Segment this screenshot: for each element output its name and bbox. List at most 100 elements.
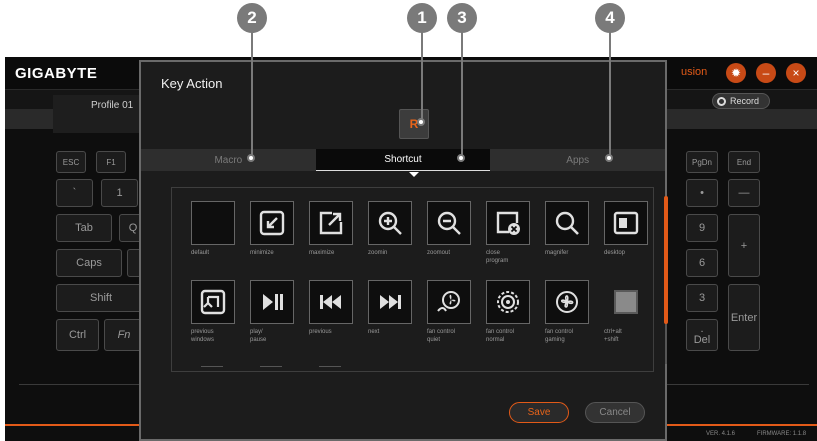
close-program-icon — [486, 201, 530, 245]
key-tab[interactable]: Tab — [56, 214, 112, 242]
maximize-icon — [309, 201, 353, 245]
key-numpad-plus[interactable]: + — [728, 214, 760, 277]
callout-2-badge: 2 — [237, 3, 267, 33]
shortcut-label: magnifer — [545, 250, 569, 256]
callout-2-leader — [251, 30, 253, 157]
active-tab-indicator — [409, 172, 419, 177]
shortcut-next[interactable]: next — [368, 280, 428, 336]
previous-track-icon — [309, 280, 353, 324]
key-fn[interactable]: Fn — [104, 319, 144, 351]
shortcut-ctrl-alt-shift[interactable]: ctrl+alt +shift — [604, 280, 664, 344]
key-numpad-minus[interactable]: — — [728, 179, 760, 207]
key-numpad-9[interactable]: 9 — [686, 214, 718, 242]
shortcut-label: ctrl+alt +shift — [604, 329, 622, 343]
screenshot-stage: GIGABYTE usion ✹ – × Profile 01 Record E… — [0, 0, 817, 441]
fan-normal-icon — [486, 280, 530, 324]
key-action-dialog: Key Action R Macro Shortcut Apps default… — [139, 60, 668, 441]
key-1[interactable]: 1 — [101, 179, 138, 207]
key-del-label: Del — [693, 334, 711, 346]
key-shift[interactable]: Shift — [56, 284, 146, 312]
fusion-label: usion — [681, 66, 708, 78]
profile-label: Profile 01 — [91, 100, 134, 111]
shortcut-desktop[interactable]: desktop — [604, 201, 664, 257]
shortcut-default[interactable]: default — [191, 201, 251, 257]
shortcut-zoomout[interactable]: zoomout — [427, 201, 487, 257]
record-button[interactable]: Record — [712, 93, 770, 109]
record-label: Record — [730, 96, 760, 106]
shortcut-fan-quiet[interactable]: fan control quiet — [427, 280, 487, 344]
shortcut-previous-windows[interactable]: previous windows — [191, 280, 251, 344]
fan-gaming-icon — [545, 280, 589, 324]
shortcut-label: desktop — [604, 250, 626, 256]
callout-3-leader — [461, 30, 463, 157]
key-preview: R — [399, 109, 429, 139]
callout-4-badge: 4 — [595, 3, 625, 33]
shortcut-label: previous — [309, 329, 332, 335]
key-esc[interactable]: ESC — [56, 151, 86, 173]
shortcut-minimize[interactable]: minimize — [250, 201, 310, 257]
dialog-title: Key Action — [161, 76, 223, 91]
key-f1[interactable]: F1 — [96, 151, 126, 173]
key-numpad-6[interactable]: 6 — [686, 249, 718, 277]
row3-placeholder — [319, 366, 341, 367]
callout-4-dot — [605, 154, 613, 162]
settings-gear-icon[interactable]: ✹ — [726, 63, 746, 83]
blank-icon — [191, 201, 235, 245]
callout-2-dot — [247, 154, 255, 162]
next-track-icon — [368, 280, 412, 324]
shortcut-close-program[interactable]: close program — [486, 201, 546, 265]
key-ctrl[interactable]: Ctrl — [56, 319, 99, 351]
firmware-label: FIRMWARE: 1.1.8 — [757, 431, 807, 437]
shortcut-label: close program — [486, 250, 509, 264]
minimize-window-icon[interactable]: – — [756, 63, 776, 83]
row3-placeholder — [260, 366, 282, 367]
close-window-icon[interactable]: × — [786, 63, 806, 83]
record-icon — [717, 96, 726, 106]
tab-apps[interactable]: Apps — [490, 149, 665, 171]
ctrl-alt-shift-icon — [604, 280, 648, 324]
callout-1-dot — [417, 118, 425, 126]
scroll-thumb[interactable] — [664, 196, 668, 324]
key-numpad-multiply[interactable]: • — [686, 179, 718, 207]
shortcut-previous[interactable]: previous — [309, 280, 369, 336]
callout-4-leader — [609, 30, 611, 157]
callout-3-dot — [457, 154, 465, 162]
play-pause-icon — [250, 280, 294, 324]
ctrl-alt-shift-swatch — [614, 290, 638, 314]
version-label: VER. 4.1.6 — [706, 431, 736, 437]
minimize-icon — [250, 201, 294, 245]
shortcut-label: zoomin — [368, 250, 388, 256]
shortcut-maximize[interactable]: maximize — [309, 201, 369, 257]
key-numpad-del[interactable]: . Del — [686, 319, 718, 351]
shortcut-label: minimize — [250, 250, 274, 256]
shortcut-magnifier[interactable]: magnifer — [545, 201, 605, 257]
shortcut-label: next — [368, 329, 380, 335]
shortcut-label: previous windows — [191, 329, 215, 343]
shortcut-fan-normal[interactable]: fan control normal — [486, 280, 546, 344]
magnifier-icon — [545, 201, 589, 245]
key-pgdn[interactable]: PgDn — [686, 151, 718, 173]
key-numpad-enter[interactable]: Enter — [728, 284, 760, 351]
shortcut-label: default — [191, 250, 210, 256]
save-button[interactable]: Save — [509, 402, 569, 423]
shortcut-label: fan control gaming — [545, 329, 574, 343]
shortcut-fan-gaming[interactable]: fan control gaming — [545, 280, 605, 344]
shortcut-play-pause[interactable]: play/ pause — [250, 280, 310, 344]
key-backtick[interactable]: ` — [56, 179, 93, 207]
key-end[interactable]: End — [728, 151, 760, 173]
desktop-icon — [604, 201, 648, 245]
key-caps[interactable]: Caps — [56, 249, 122, 277]
shortcut-label: fan control quiet — [427, 329, 456, 343]
cancel-button[interactable]: Cancel — [585, 402, 645, 423]
callout-1-leader — [421, 30, 423, 121]
shortcut-label: play/ pause — [250, 329, 267, 343]
tab-macro[interactable]: Macro — [141, 149, 316, 171]
fan-quiet-icon — [427, 280, 471, 324]
row3-placeholder — [201, 366, 223, 367]
brand-logo: GIGABYTE — [15, 65, 98, 82]
shortcut-zoomin[interactable]: zoomin — [368, 201, 428, 257]
action-tabs: Macro Shortcut Apps — [141, 149, 665, 171]
callout-3-badge: 3 — [447, 3, 477, 33]
key-numpad-3[interactable]: 3 — [686, 284, 718, 312]
shortcut-label: maximize — [309, 250, 335, 256]
